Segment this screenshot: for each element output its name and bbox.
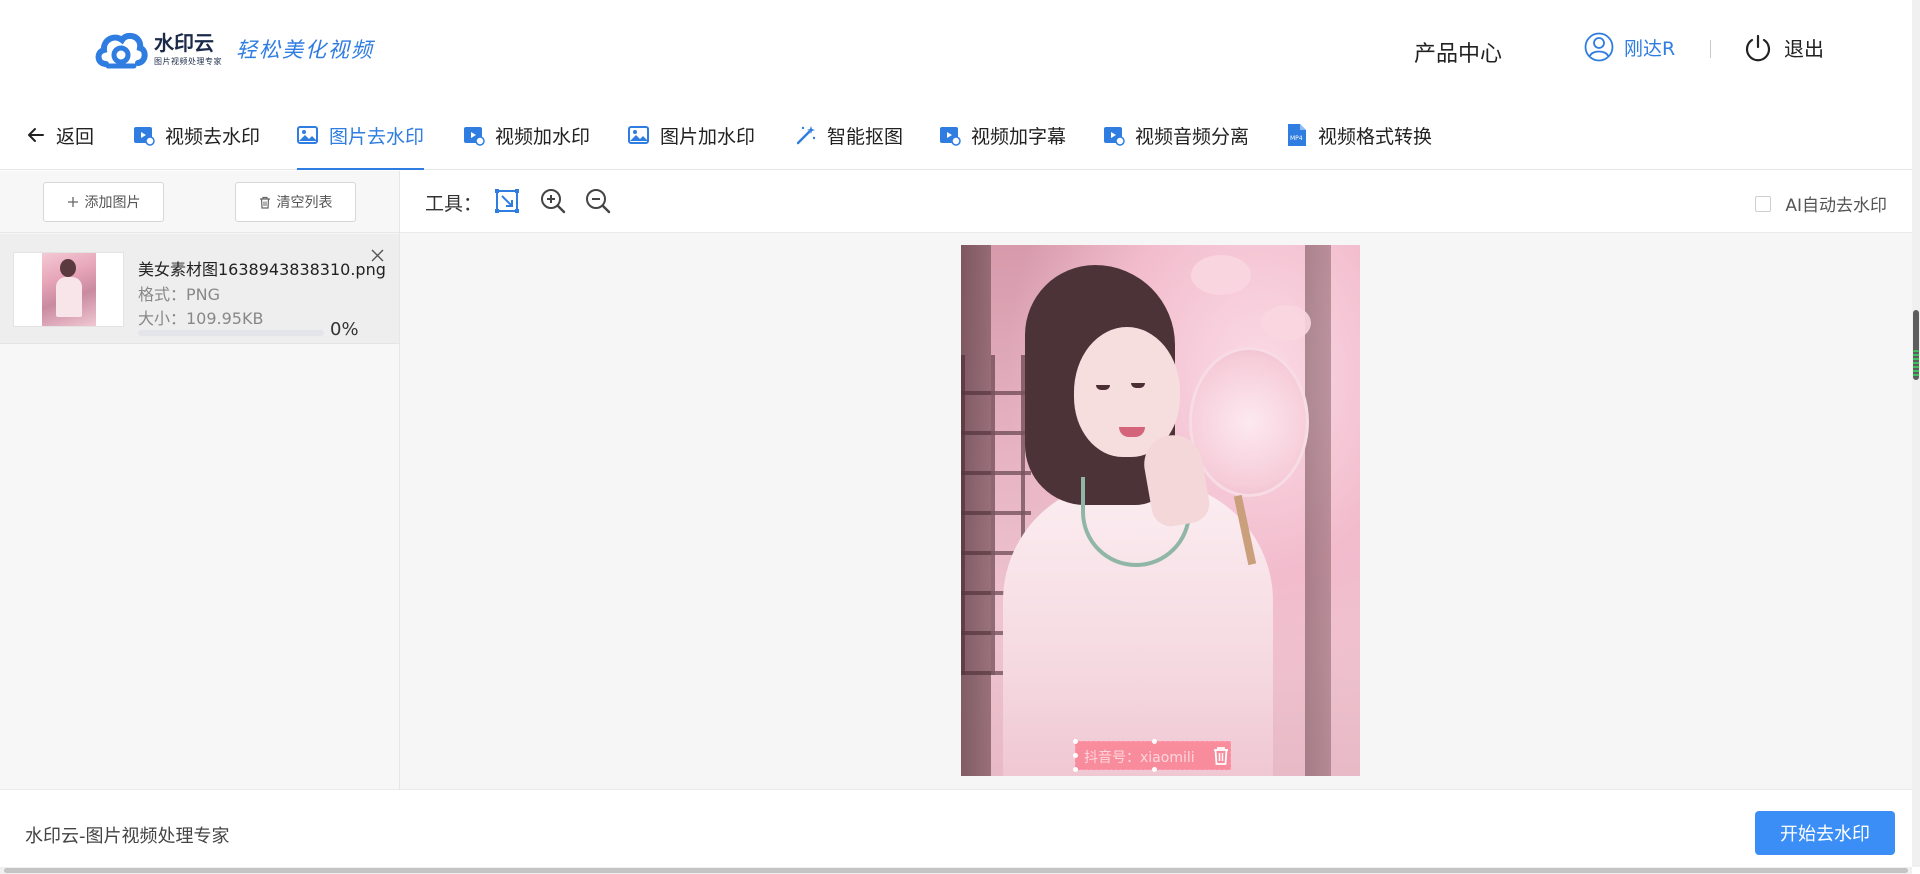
image-icon — [628, 126, 649, 144]
plus-icon — [67, 197, 78, 207]
logo-subtitle: 图片视频处理专家 — [154, 56, 222, 66]
resize-handle[interactable] — [1073, 767, 1078, 772]
select-area-icon[interactable] — [494, 188, 520, 214]
start-remove-watermark-button[interactable]: 开始去水印 — [1755, 811, 1895, 855]
back-button[interactable]: 返回 — [26, 100, 94, 170]
logo-name: 水印云 — [154, 30, 214, 55]
tab-video-audio-split[interactable]: 视频音频分离 — [1103, 100, 1249, 170]
tools-label: 工具： — [425, 193, 483, 215]
tab-label: 视频加字幕 — [971, 125, 1067, 148]
add-image-label: 添加图片 — [84, 194, 141, 210]
image-icon — [297, 126, 318, 144]
tab-label: 图片去水印 — [329, 125, 425, 148]
footer-brand-text: 水印云-图片视频处理专家 — [25, 826, 230, 847]
file-size: 大小：109.95KB — [138, 309, 264, 328]
product-center-link[interactable]: 产品中心 — [1414, 36, 1502, 68]
file-list-toolbar: 添加图片 清空列表 — [0, 171, 399, 233]
top-header: 水印云 图片视频处理专家 轻松美化视频 产品中心 刚达R 退出 — [0, 0, 1912, 100]
back-label: 返回 — [56, 125, 95, 148]
logout-button[interactable]: 退出 — [1744, 33, 1824, 62]
file-thumbnail — [13, 252, 124, 327]
video-clip-icon — [464, 127, 485, 146]
resize-handle[interactable] — [1152, 767, 1157, 772]
footer-bar: 水印云-图片视频处理专家 开始去水印 — [0, 789, 1912, 867]
tab-label: 图片加水印 — [660, 125, 756, 148]
watermark-selection-box[interactable]: 抖音号：xiaomili — [1073, 739, 1231, 772]
tab-image-add-watermark[interactable]: 图片加水印 — [628, 100, 755, 170]
logo-slogan: 轻松美化视频 — [236, 38, 374, 62]
clear-list-label: 清空列表 — [276, 194, 333, 210]
tab-label: 视频音频分离 — [1135, 125, 1250, 148]
ai-auto-remove-checkbox[interactable]: AI自动去水印 — [1755, 191, 1887, 216]
resize-handle[interactable] — [1073, 753, 1078, 758]
file-progress-label: 0% — [330, 319, 359, 340]
close-icon[interactable] — [370, 248, 385, 263]
vertical-scrollbar[interactable] — [1912, 0, 1920, 867]
zoom-out-icon[interactable] — [585, 188, 611, 214]
zoom-in-icon[interactable] — [540, 188, 566, 214]
file-list-panel: 添加图片 清空列表 美女素材图1638943838310.png 格式：PNG … — [0, 171, 400, 789]
resize-handle[interactable] — [1152, 739, 1157, 744]
resize-handle[interactable] — [1073, 739, 1078, 744]
ai-auto-remove-label: AI自动去水印 — [1785, 196, 1887, 216]
user-menu[interactable]: 刚达R — [1584, 32, 1675, 62]
tool-nav: 返回 视频去水印 图片去水印 视频加水印 图片加水印 智能抠图 视频加字幕 视频… — [0, 100, 1912, 170]
trash-icon — [259, 196, 270, 209]
delete-selection-icon[interactable] — [1212, 746, 1230, 766]
power-icon — [1745, 34, 1771, 61]
tab-image-remove-watermark[interactable]: 图片去水印 — [297, 100, 425, 170]
list-item[interactable]: 美女素材图1638943838310.png 格式：PNG 大小：109.95K… — [0, 234, 399, 344]
preview-image[interactable]: 抖音号：xiaomili — [961, 245, 1360, 776]
video-clip-icon — [1104, 127, 1125, 146]
file-name: 美女素材图1638943838310.png — [138, 260, 386, 279]
user-name: 刚达R — [1624, 37, 1676, 60]
arrow-left-icon — [28, 128, 44, 142]
preview-area: 工具： AI自动去水印 抖音号：xiaomili — [400, 171, 1912, 789]
tab-video-format-convert[interactable]: MP4 视频格式转换 — [1286, 100, 1432, 170]
tab-smart-cutout[interactable]: 智能抠图 — [795, 100, 903, 170]
svg-text:MP4: MP4 — [1290, 135, 1303, 142]
tab-label: 视频去水印 — [165, 125, 261, 148]
cloud-logo-icon — [94, 28, 148, 70]
tab-label: 视频格式转换 — [1318, 125, 1433, 148]
horizontal-scrollbar[interactable] — [0, 867, 1912, 874]
tab-video-add-subtitles[interactable]: 视频加字幕 — [939, 100, 1066, 170]
scrollbar-thumb[interactable] — [4, 868, 1908, 873]
clear-list-button[interactable]: 清空列表 — [235, 182, 356, 222]
tab-video-remove-watermark[interactable]: 视频去水印 — [133, 100, 260, 170]
watermark-text: 抖音号：xiaomili — [1084, 750, 1195, 766]
tools-bar: 工具： AI自动去水印 — [400, 171, 1912, 233]
add-image-button[interactable]: 添加图片 — [43, 182, 164, 222]
mp4-file-icon: MP4 — [1288, 124, 1306, 146]
scrollbar-grip — [1913, 350, 1919, 378]
tab-label: 视频加水印 — [495, 125, 591, 148]
checkbox-box[interactable] — [1755, 195, 1772, 212]
video-clip-icon — [940, 127, 961, 146]
logo[interactable]: 水印云 图片视频处理专家 轻松美化视频 — [94, 28, 374, 70]
header-divider — [1710, 40, 1711, 58]
logout-label: 退出 — [1784, 37, 1824, 61]
user-avatar-icon — [1584, 32, 1614, 62]
magic-wand-icon — [796, 126, 816, 145]
file-progress-bar — [138, 330, 324, 336]
file-format: 格式：PNG — [138, 285, 221, 304]
video-clip-icon — [134, 127, 155, 146]
tab-video-add-watermark[interactable]: 视频加水印 — [463, 100, 590, 170]
tab-label: 智能抠图 — [827, 125, 904, 148]
